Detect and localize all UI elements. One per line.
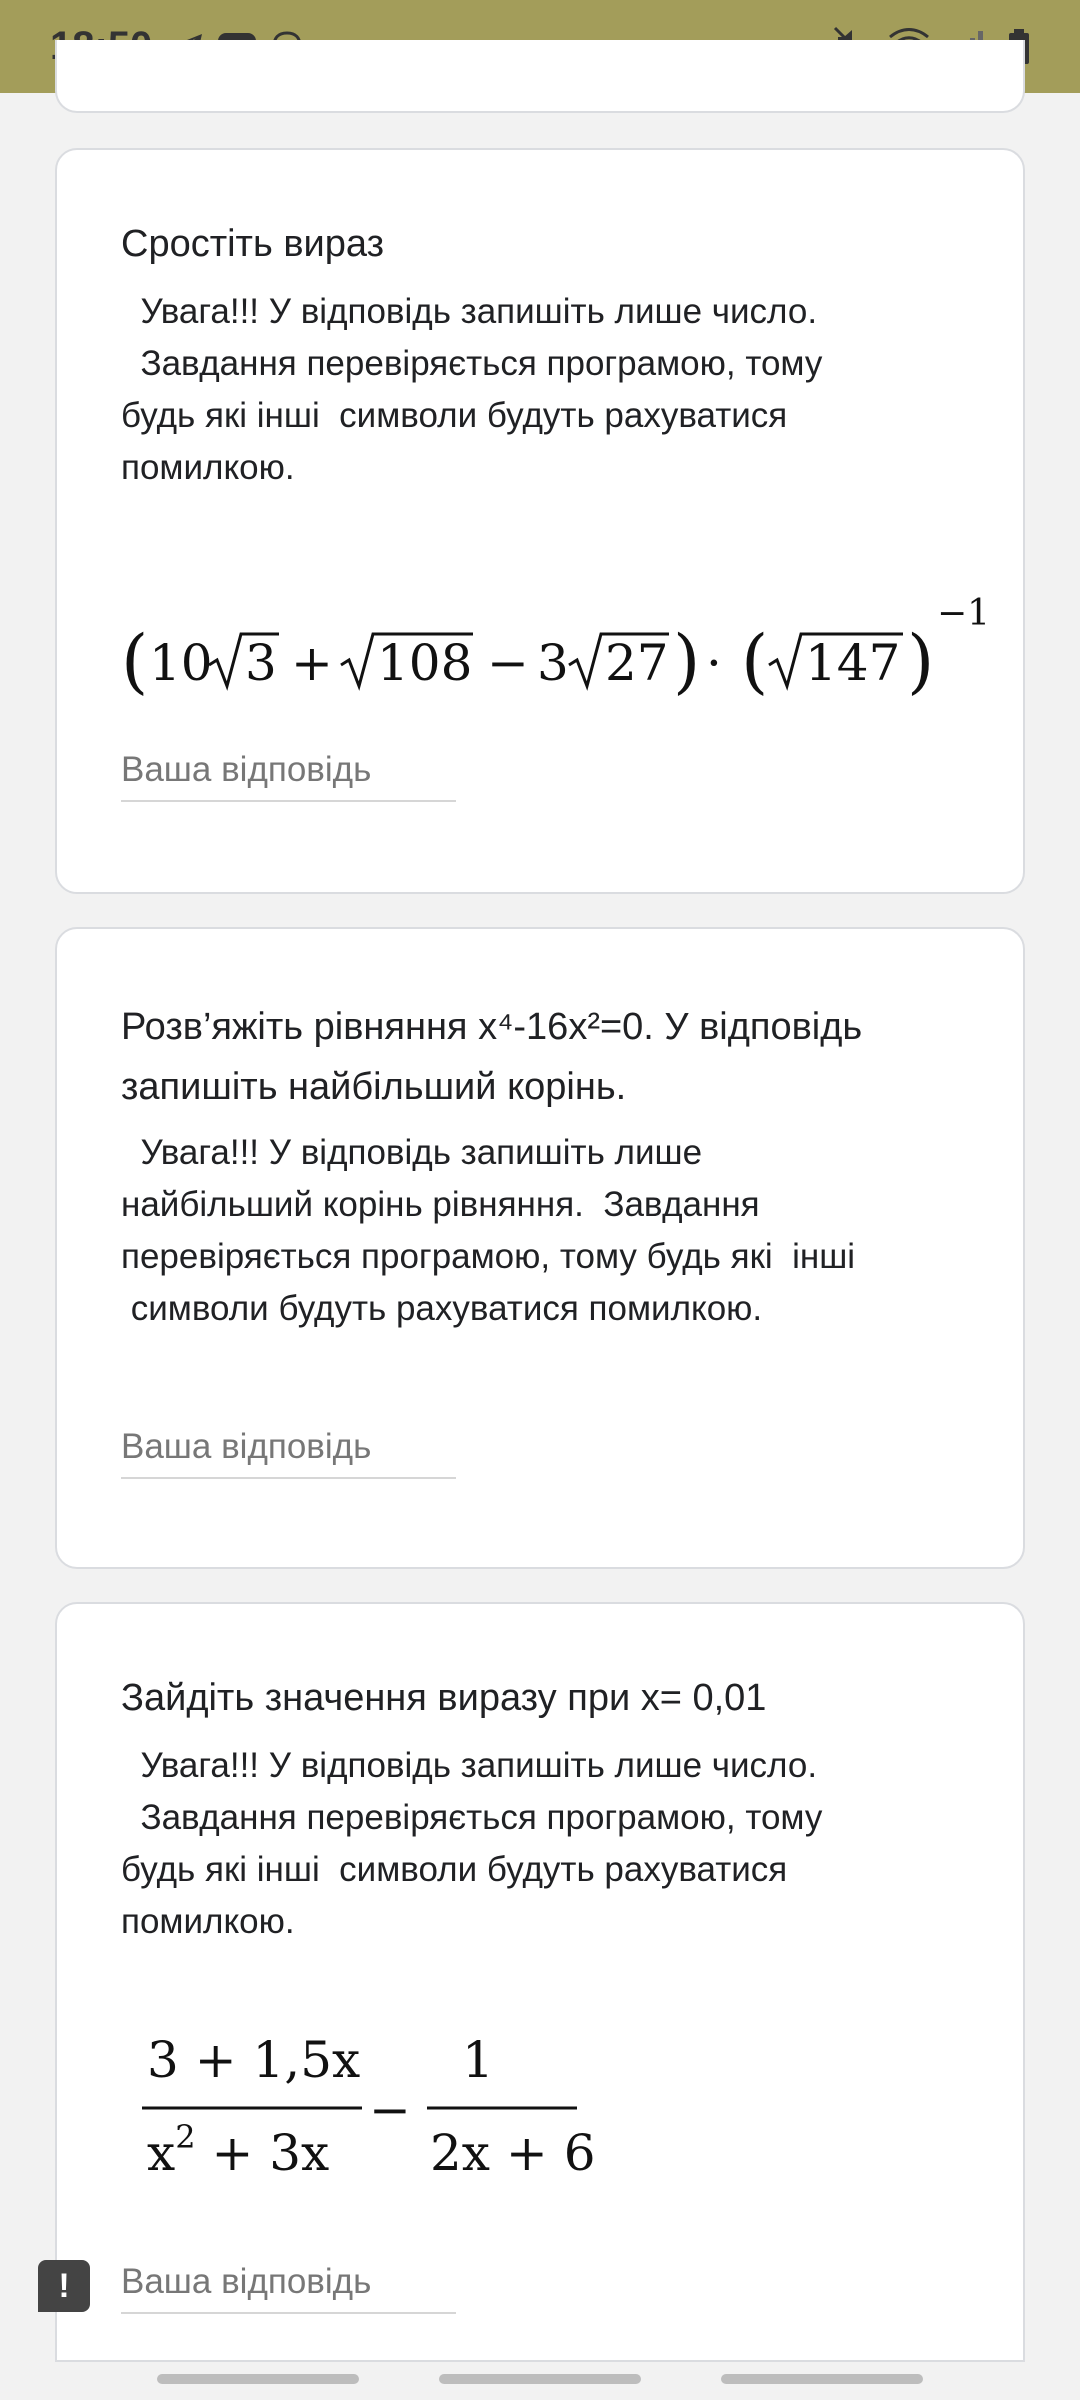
question-card-2: Розв’яжіть рівняння x⁴-16x²=0. У відпові…: [55, 927, 1025, 1569]
minus-sign: −: [487, 634, 529, 692]
radicand-27: 27: [605, 634, 669, 692]
coefficient-3: 3: [537, 634, 569, 692]
question-card-1: Сростіть вираз Увага!!! У відповідь запи…: [55, 148, 1025, 894]
svg-text:x2 + 3x: x2 + 3x: [147, 2118, 329, 2182]
question-description: Увага!!! У відповідь запишіть лише число…: [121, 1746, 823, 1941]
multiply-dot: ·: [706, 634, 722, 692]
svg-text:(: (: [121, 620, 148, 702]
question-title: Сростіть вираз: [121, 223, 384, 265]
question-title: Розв’яжіть рівняння x⁴-16x²=0. У відпові…: [121, 1006, 863, 1108]
coefficient-10: 10: [149, 634, 213, 692]
report-problem-button[interactable]: !: [38, 2260, 90, 2312]
answer-input[interactable]: [121, 2252, 456, 2312]
answer-input[interactable]: [121, 1417, 456, 1477]
fraction2-denominator: 2x + 6: [430, 2124, 596, 2182]
fraction1-numerator: 3 + 1,5x: [147, 2031, 360, 2089]
radicand-147: 147: [805, 634, 900, 692]
minus-sign: −: [369, 2081, 411, 2139]
formula-expression: ( 10 3 + 108 − 3 27 ) · ( 147 ) −1: [121, 590, 1021, 710]
svg-text:): ): [907, 620, 934, 702]
question-title: Зайдіть значення виразу при x= 0,01: [121, 1677, 767, 1719]
previous-card-edge: [55, 40, 1025, 113]
fraction1-denominator-rest: + 3x: [196, 2124, 330, 2182]
fraction1-denominator-x: x: [147, 2124, 175, 2182]
nav-pill-center[interactable]: [439, 2374, 641, 2384]
exponent: −1: [937, 593, 990, 634]
answer-input[interactable]: [121, 740, 456, 800]
fraction2-numerator: 1: [462, 2031, 494, 2089]
answer-field[interactable]: [121, 740, 456, 802]
radicand-108: 108: [377, 634, 472, 692]
question-description: Увага!!! У відповідь запишіть лише найбі…: [121, 1133, 856, 1328]
plus-sign: +: [291, 634, 333, 692]
question-description: Увага!!! У відповідь запишіть лише число…: [121, 292, 823, 487]
svg-text:): ): [673, 620, 700, 702]
question-card-3: Зайдіть значення виразу при x= 0,01 Уваг…: [55, 1602, 1025, 2362]
nav-pill-right[interactable]: [721, 2374, 923, 2384]
svg-text:(: (: [741, 620, 768, 702]
nav-pill-left[interactable]: [157, 2374, 359, 2384]
answer-field[interactable]: [121, 1417, 456, 1479]
answer-field[interactable]: [121, 2252, 456, 2314]
fraction1-denominator-exp: 2: [175, 2118, 195, 2156]
formula-expression: 3 + 1,5x x2 + 3x − 1 2x + 6: [137, 2022, 737, 2192]
radicand-3: 3: [245, 634, 277, 692]
